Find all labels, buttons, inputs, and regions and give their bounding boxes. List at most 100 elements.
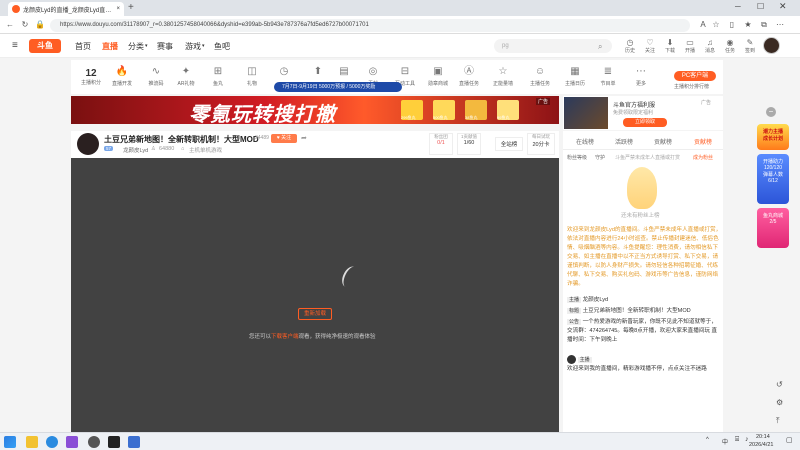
stat-rank[interactable]: 全站榜 bbox=[495, 137, 523, 151]
favorite-star-icon[interactable]: ☆ bbox=[711, 20, 721, 30]
clock-time[interactable]: 20:14 bbox=[756, 434, 770, 440]
new-tab-icon[interactable]: + bbox=[128, 2, 134, 13]
app-icon[interactable] bbox=[128, 436, 140, 448]
ime-indicator[interactable]: 中 bbox=[722, 437, 728, 446]
refresh-icon[interactable]: ↺ bbox=[776, 380, 783, 389]
streamer-name[interactable]: 龙颜皮Lyd bbox=[123, 146, 148, 154]
toolbar-item[interactable]: ▦ 主播日历 bbox=[564, 66, 586, 87]
video-player[interactable]: 重新加载 您还可以下载客户端观看，获得纯净极速的观看体验 bbox=[71, 158, 559, 432]
tasks-button[interactable]: ◉ 任务 bbox=[723, 38, 737, 54]
tip-suffix: 观看，获得纯净极速的观看体验 bbox=[298, 334, 376, 340]
nav-home[interactable]: 首页 bbox=[75, 41, 91, 52]
stat-contribution[interactable]: 1贡献值 1/60 bbox=[457, 133, 481, 155]
volume-icon[interactable]: ♪ bbox=[745, 436, 749, 443]
url-field[interactable]: https://www.douyu.com/31178907_r=0.38012… bbox=[50, 19, 690, 32]
download-client-link[interactable]: 下载客户端 bbox=[271, 334, 299, 340]
chevron-down-icon: ▾ bbox=[202, 43, 205, 49]
tray-chevron-icon[interactable]: ^ bbox=[706, 437, 709, 443]
follow-button[interactable]: ♥ 关注 bbox=[271, 134, 297, 143]
scroll-top-icon[interactable]: ⤒ bbox=[776, 416, 780, 426]
window-close-icon[interactable]: ✕ bbox=[779, 1, 787, 12]
back-icon[interactable]: ← bbox=[5, 20, 15, 30]
search-input[interactable]: pg bbox=[494, 39, 612, 53]
toolbar-item[interactable]: Ⓐ 直播任务 bbox=[458, 66, 480, 87]
tab-online-rank[interactable]: 在线榜 bbox=[576, 137, 594, 146]
tab-active-rank[interactable]: 活跃榜 bbox=[615, 137, 633, 146]
category-link[interactable]: 主机单机游戏 bbox=[189, 146, 222, 154]
app-icon[interactable] bbox=[88, 436, 100, 448]
clock-date[interactable]: 2026/4/21 bbox=[749, 442, 773, 448]
level-block[interactable]: 12 主播积分 bbox=[79, 68, 103, 86]
pc-client-sub[interactable]: 主播积分排行榜 bbox=[674, 83, 709, 90]
edge-icon[interactable] bbox=[46, 436, 58, 448]
app-icon[interactable] bbox=[66, 436, 78, 448]
more-menu-icon[interactable]: ⋯ bbox=[775, 20, 785, 30]
event-card[interactable]: 开播助力 120/120 弹幕人数 6/12 bbox=[757, 154, 789, 204]
search-icon[interactable]: ⌕ bbox=[598, 42, 602, 52]
become-fans-link[interactable]: 成为粉丝 bbox=[693, 154, 713, 161]
toolbar-item-label: 主播任务 bbox=[529, 81, 550, 87]
favorites-icon[interactable]: ★ bbox=[743, 20, 753, 30]
toolbar-item[interactable]: ◷ bbox=[273, 66, 295, 80]
file-explorer-icon[interactable] bbox=[26, 436, 38, 448]
toolbar-item[interactable]: ☺ 主播任务 bbox=[529, 66, 551, 87]
user-avatar[interactable] bbox=[763, 37, 780, 54]
maximize-icon[interactable]: ☐ bbox=[757, 2, 764, 11]
history-button[interactable]: ◷ 历史 bbox=[623, 38, 637, 54]
network-icon[interactable]: ⌸ bbox=[735, 436, 739, 444]
settings-icon[interactable]: ⚙ bbox=[776, 398, 783, 407]
ad-banner[interactable]: 零氪玩转搜打撤 广告 299鱼丸 500鱼丸 38鱼丸 99鱼丸 bbox=[71, 96, 559, 124]
chat-area: 欢迎来到龙颜皮Lyd的直播间。斗鱼严禁未成年人直播或打赏，依法对直播内容进行24… bbox=[567, 226, 722, 374]
menu-icon[interactable]: ≡ bbox=[12, 40, 18, 51]
reward-label: 38鱼丸 bbox=[465, 115, 478, 120]
toolbar-item[interactable]: ≣ 节目单 bbox=[597, 66, 619, 87]
start-icon[interactable] bbox=[4, 436, 16, 448]
toolbar-item[interactable]: ▤ bbox=[333, 66, 355, 80]
toolbar-item[interactable]: ✦ AR礼物 bbox=[175, 66, 197, 87]
split-screen-icon[interactable]: ▯ bbox=[727, 20, 737, 30]
douyu-logo[interactable]: 斗鱼 bbox=[29, 39, 61, 53]
nav-events[interactable]: 赛事 bbox=[157, 41, 173, 52]
event-card[interactable]: 鱼丸商城 2/5 bbox=[757, 208, 789, 248]
chat-line: 标题 土豆兄弟新地图！全新转职机制！大型MOD bbox=[567, 307, 722, 316]
minimize-icon[interactable]: ─ bbox=[735, 2, 741, 11]
toolbar-item[interactable]: ☆ 正能量墙 bbox=[492, 66, 514, 87]
messages-button[interactable]: ♫ 消息 bbox=[703, 38, 717, 54]
toolbar-item[interactable]: ∿ 推流码 bbox=[145, 66, 167, 87]
pc-client-button[interactable]: PC客户端 bbox=[674, 71, 716, 81]
toolbar-item[interactable]: ⬆ bbox=[307, 66, 329, 80]
toolbar-item[interactable]: 🔥 直播开发 bbox=[111, 66, 133, 87]
stat-fans[interactable]: 粉丝团 0/1 bbox=[429, 133, 453, 155]
follow-button[interactable]: ♡ 关注 bbox=[643, 38, 657, 54]
toolbar-item[interactable]: ⊞ 鱼丸 bbox=[207, 66, 229, 87]
app-icon[interactable] bbox=[108, 436, 120, 448]
streamer-avatar[interactable] bbox=[77, 133, 99, 155]
event-card[interactable]: 潮力主播 成长计划 bbox=[757, 124, 789, 150]
nav-category[interactable]: 分类 bbox=[128, 41, 144, 52]
promo-banner[interactable]: 7月7日-9月19日 5000万预报 / 5000万奖励 bbox=[274, 82, 402, 92]
tab-contrib-rank[interactable]: 贡献榜 bbox=[654, 137, 672, 146]
stat-trial[interactable]: 每日试玩 20分卡 bbox=[527, 133, 555, 155]
share-icon[interactable]: ➦ bbox=[301, 134, 307, 142]
tab-fans-rank[interactable]: 贡献榜 bbox=[694, 137, 712, 146]
ad2-button[interactable]: 立即领取 bbox=[623, 118, 667, 127]
broadcast-button[interactable]: ▭ 开播 bbox=[683, 38, 697, 54]
checkin-button[interactable]: ✎ 签到 bbox=[743, 38, 757, 54]
nav-fishbar[interactable]: 鱼吧 bbox=[214, 41, 230, 52]
nav-games[interactable]: 游戏 bbox=[185, 41, 201, 52]
read-aloud-icon[interactable]: A bbox=[698, 20, 708, 30]
nav-live[interactable]: 直播 bbox=[102, 41, 118, 52]
toolbar-item[interactable]: ▣ 勋章商城 bbox=[427, 66, 449, 87]
download-button[interactable]: ⬇ 下载 bbox=[663, 38, 677, 54]
toolbar-item[interactable]: ⋯ 更多 bbox=[630, 66, 652, 87]
toolbar-item[interactable]: ◫ 礼物 bbox=[241, 66, 263, 87]
extensions-icon[interactable]: ⧉ bbox=[759, 20, 769, 30]
reload-icon[interactable]: ↻ bbox=[20, 20, 30, 30]
browser-tab[interactable]: 龙颜皮Lyd的直播_龙颜皮Lyd直播_龙... × bbox=[8, 2, 124, 16]
side-ad[interactable]: 斗鱼官方福利服 免费领取限定福利 立即领取 广告 bbox=[563, 96, 723, 130]
close-tab-icon[interactable]: × bbox=[116, 6, 120, 12]
notification-icon[interactable]: ▢ bbox=[786, 436, 793, 444]
collapse-icon[interactable]: − bbox=[766, 107, 776, 117]
reload-button[interactable]: 重新加载 bbox=[298, 308, 332, 320]
ad-thumbnail bbox=[564, 97, 608, 129]
